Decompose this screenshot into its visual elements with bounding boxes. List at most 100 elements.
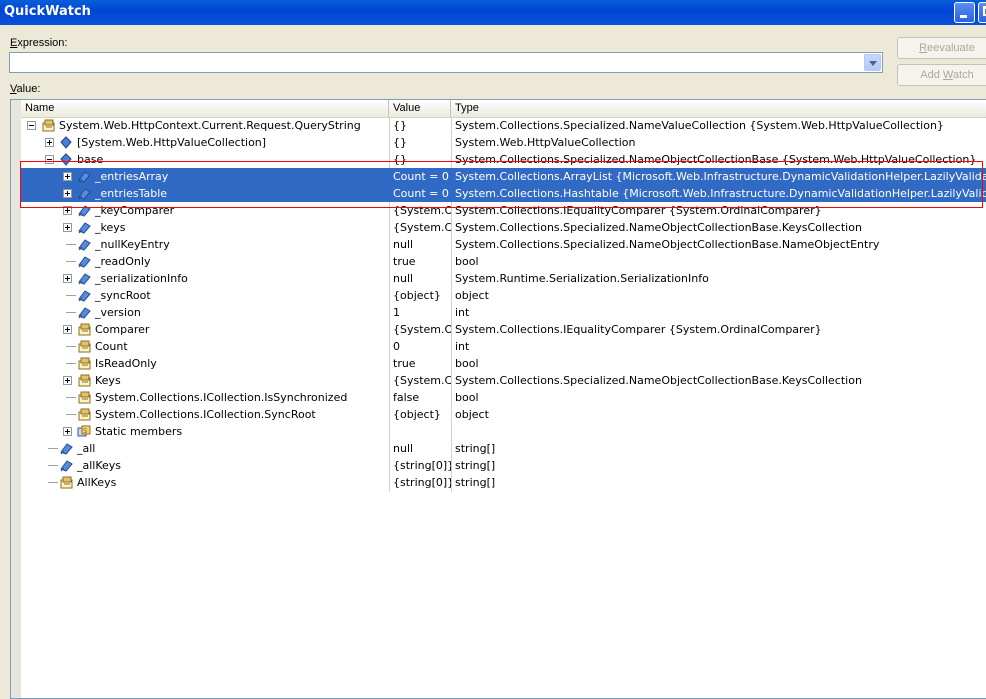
name-cell: _nullKeyEntry [21, 236, 389, 253]
expand-icon[interactable] [63, 223, 72, 232]
type-cell: System.Collections.Specialized.NameObjec… [455, 221, 862, 234]
name-cell: _readOnly [21, 253, 389, 270]
table-row[interactable]: base {} System.Collections.Specialized.Nam… [21, 151, 986, 168]
field-icon [77, 238, 91, 251]
type-cell: System.Collections.ArrayList {Microsoft.… [455, 170, 986, 183]
value-cell [389, 423, 451, 440]
row-name: Static members [95, 425, 183, 438]
column-header-value[interactable]: Value [389, 100, 451, 117]
grid-header: Name Value Type [21, 100, 986, 118]
tree-line [66, 295, 76, 296]
collapse-icon[interactable] [27, 121, 36, 130]
minimize-button[interactable] [954, 2, 975, 23]
table-row[interactable]: AllKeys {string[0]} string[] [21, 474, 986, 491]
table-row[interactable]: _all null string[] [21, 440, 986, 457]
tree-line [66, 397, 76, 398]
name-cell: System.Collections.ICollection.IsSynchro… [21, 389, 389, 406]
type-cell: bool [455, 255, 479, 268]
value-cell: true [393, 357, 416, 370]
field-icon [77, 170, 91, 183]
type-cell: string[] [455, 442, 496, 455]
table-row[interactable]: _syncRoot {object} object [21, 287, 986, 304]
name-cell: _entriesArray [21, 168, 389, 185]
value-cell: null [393, 272, 414, 285]
table-row[interactable]: _serializationInfo null System.Runtime.Ser… [21, 270, 986, 287]
row-name: _syncRoot [95, 289, 151, 302]
expand-icon[interactable] [63, 427, 72, 436]
property-icon [59, 476, 73, 489]
minimize-icon [960, 15, 967, 18]
type-cell: System.Runtime.Serialization.Serializati… [455, 272, 709, 285]
value-cell: {System.Collections.Specialized.NameObje… [393, 374, 451, 387]
name-cell: AllKeys [21, 474, 389, 491]
expand-icon[interactable] [63, 274, 72, 283]
expand-icon[interactable] [63, 189, 72, 198]
table-row[interactable]: Comparer {System.OrdinalComparer} System.C… [21, 321, 986, 338]
column-header-type[interactable]: Type [451, 100, 986, 117]
tree-line [48, 465, 58, 466]
table-row[interactable]: IsReadOnly true bool [21, 355, 986, 372]
table-row[interactable]: _entriesArray Count = 0 System.Collections… [21, 168, 986, 185]
expand-icon[interactable] [63, 206, 72, 215]
field-icon [59, 442, 73, 455]
type-cell: bool [455, 391, 479, 404]
expand-icon[interactable] [45, 138, 54, 147]
field-icon [59, 459, 73, 472]
expand-icon[interactable] [63, 376, 72, 385]
name-cell: [System.Web.HttpValueCollection] [21, 134, 389, 151]
type-cell: System.Web.HttpValueCollection [455, 136, 636, 149]
expand-icon[interactable] [63, 172, 72, 181]
table-row[interactable]: _version 1 int [21, 304, 986, 321]
field-icon [77, 272, 91, 285]
name-cell: _keys [21, 219, 389, 236]
name-cell: _allKeys [21, 457, 389, 474]
name-cell: Keys [21, 372, 389, 389]
table-row[interactable]: S Static members [21, 423, 986, 440]
table-row[interactable]: _keyComparer {System.OrdinalComparer} Syst… [21, 202, 986, 219]
expression-combobox[interactable] [9, 52, 883, 73]
table-row[interactable]: _keys {System.Collections.Specialized.Nam… [21, 219, 986, 236]
reevaluate-button[interactable]: Reevaluate [897, 37, 986, 59]
type-cell: System.Collections.Specialized.NameObjec… [455, 153, 977, 166]
type-cell: object [455, 289, 489, 302]
row-name: [System.Web.HttpValueCollection] [77, 136, 267, 149]
field-icon [77, 204, 91, 217]
table-row[interactable]: System.Collections.ICollection.IsSynchro… [21, 389, 986, 406]
row-name: _keys [95, 221, 126, 234]
collapse-icon[interactable] [45, 155, 54, 164]
table-row[interactable]: _nullKeyEntry null System.Collections.Spec… [21, 236, 986, 253]
table-row[interactable]: Keys {System.Collections.Specialized.Name… [21, 372, 986, 389]
table-row[interactable]: System.Collections.ICollection.SyncRoot {… [21, 406, 986, 423]
property-icon [77, 391, 91, 404]
row-name: IsReadOnly [95, 357, 157, 370]
maximize-button[interactable] [978, 2, 986, 23]
property-icon [77, 340, 91, 353]
expand-icon[interactable] [63, 325, 72, 334]
table-row[interactable]: _readOnly true bool [21, 253, 986, 270]
type-cell: string[] [455, 459, 496, 472]
row-name: System.Web.HttpContext.Current.Request.Q… [59, 119, 361, 132]
field-icon [77, 306, 91, 319]
column-header-name[interactable]: Name [21, 100, 389, 117]
table-row[interactable]: _entriesTable Count = 0 System.Collections… [21, 185, 986, 202]
table-row[interactable]: System.Web.HttpContext.Current.Request.Q… [21, 117, 986, 134]
name-cell: System.Collections.ICollection.SyncRoot [21, 406, 389, 423]
value-cell: {System.OrdinalComparer} [393, 323, 451, 336]
row-name: base [77, 153, 104, 166]
property-icon [77, 374, 91, 387]
property-icon [77, 357, 91, 370]
row-name: _nullKeyEntry [95, 238, 170, 251]
table-row[interactable]: [System.Web.HttpValueCollection] {} System… [21, 134, 986, 151]
name-cell: Comparer [21, 321, 389, 338]
table-row[interactable]: Count 0 int [21, 338, 986, 355]
row-name: _allKeys [77, 459, 122, 472]
dropdown-arrow-icon[interactable] [864, 54, 881, 71]
field-icon [77, 289, 91, 302]
tree-line [66, 346, 76, 347]
add-watch-button[interactable]: Add Watch [897, 64, 986, 86]
row-name: _readOnly [95, 255, 151, 268]
type-cell: int [455, 306, 470, 319]
row-name: Keys [95, 374, 121, 387]
watch-grid[interactable]: Name Value Type System.Web.HttpContext.C… [10, 99, 986, 699]
table-row[interactable]: _allKeys {string[0]} string[] [21, 457, 986, 474]
